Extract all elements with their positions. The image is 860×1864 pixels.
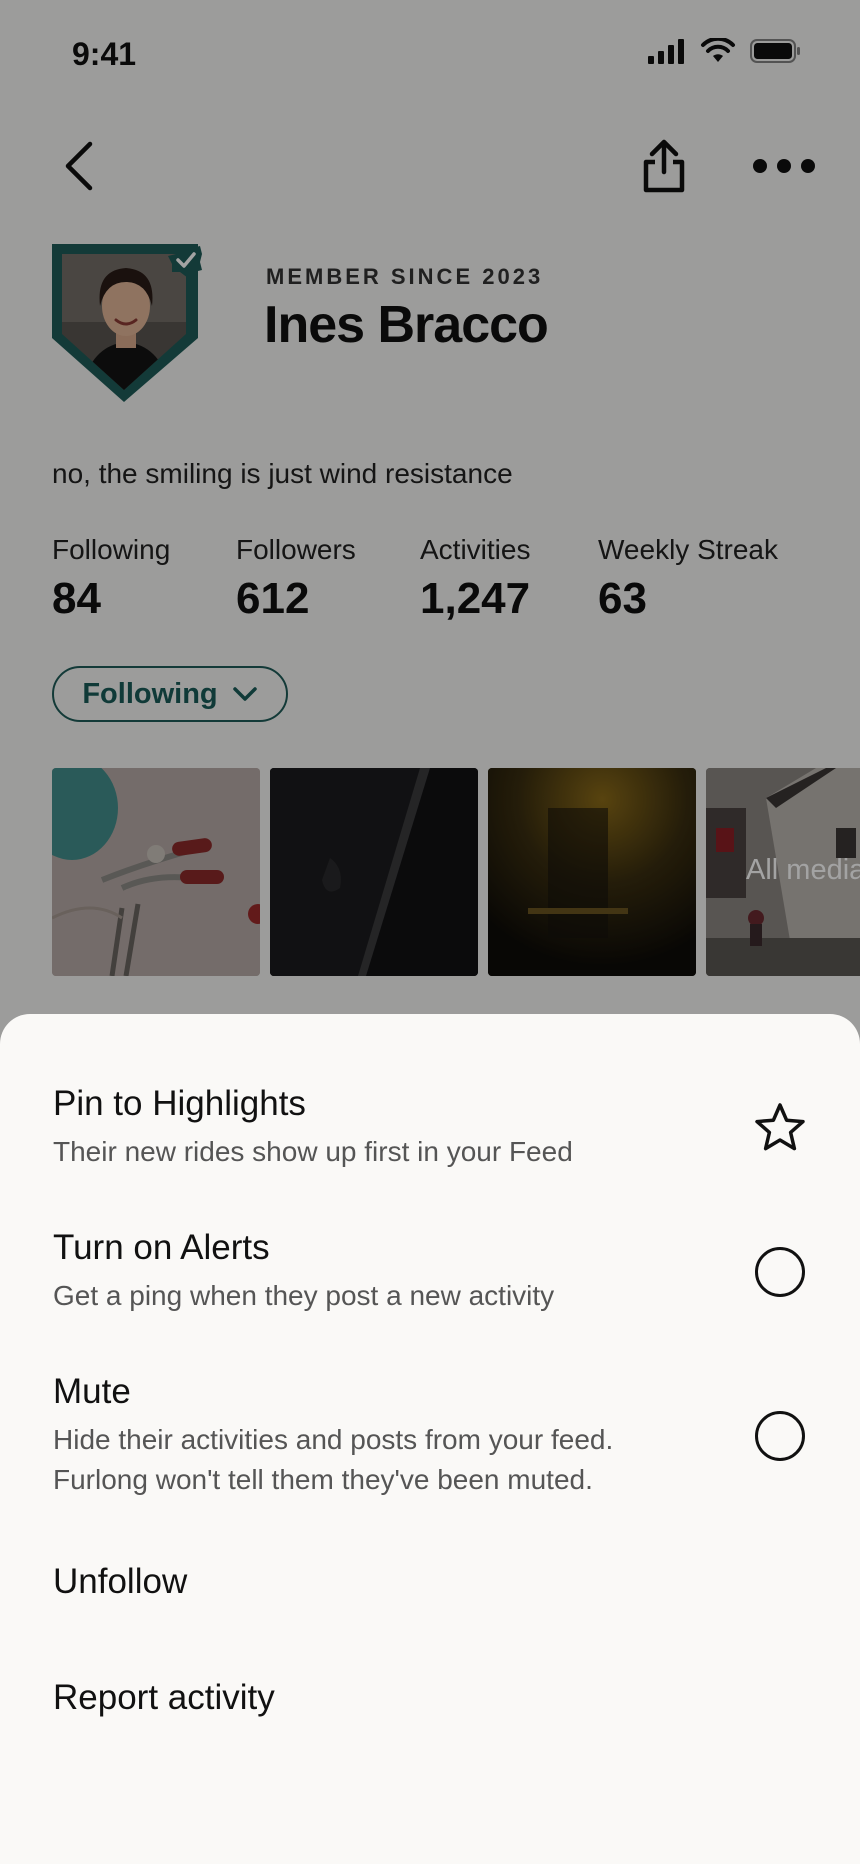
mute-radio-icon[interactable] — [754, 1410, 806, 1462]
unfollow-option[interactable]: Unfollow — [53, 1562, 187, 1602]
mute-subtitle-line-2: Furlong won't tell them they've been mut… — [53, 1464, 593, 1495]
mute-subtitle-line-1: Hide their activities and posts from you… — [53, 1424, 614, 1455]
star-icon[interactable] — [754, 1102, 806, 1154]
pin-to-highlights-title[interactable]: Pin to Highlights — [53, 1084, 306, 1124]
pin-to-highlights-subtitle: Their new rides show up first in your Fe… — [53, 1136, 573, 1167]
turn-on-alerts-title[interactable]: Turn on Alerts — [53, 1228, 270, 1268]
alerts-radio-icon[interactable] — [754, 1246, 806, 1298]
report-activity-option[interactable]: Report activity — [53, 1678, 275, 1718]
mute-title[interactable]: Mute — [53, 1372, 131, 1412]
profile-screen: 9:41 MEMBER SINCE 2023 Ines Bracco no, t… — [0, 0, 860, 1864]
follow-options-sheet: Pin to Highlights Their new rides show u… — [0, 1014, 860, 1864]
turn-on-alerts-subtitle: Get a ping when they post a new activity — [53, 1280, 555, 1311]
